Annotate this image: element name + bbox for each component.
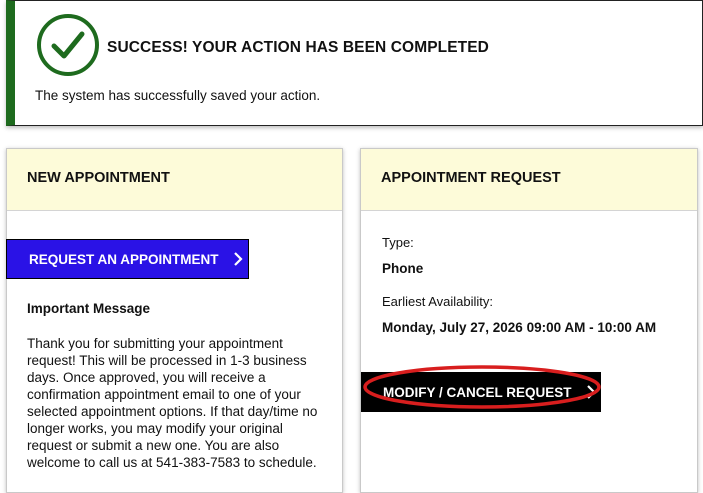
request-appointment-button[interactable]: REQUEST AN APPOINTMENT [6, 239, 249, 279]
important-message-title: Important Message [27, 301, 151, 316]
check-circle-icon [37, 14, 99, 76]
new-appointment-card: NEW APPOINTMENT REQUEST AN APPOINTMENT I… [6, 148, 343, 493]
important-message-body: Thank you for submitting your appointmen… [27, 336, 318, 470]
alert-message: The system has successfully saved your a… [35, 88, 321, 103]
success-alert: SUCCESS! YOUR ACTION HAS BEEN COMPLETED … [6, 0, 703, 126]
appointment-request-card: APPOINTMENT REQUEST Type: Phone Earliest… [360, 148, 698, 493]
appointment-request-header: APPOINTMENT REQUEST [361, 149, 697, 211]
type-value: Phone [382, 261, 424, 276]
chevron-right-icon [586, 385, 596, 399]
alert-title: SUCCESS! YOUR ACTION HAS BEEN COMPLETED [107, 39, 489, 56]
earliest-availability-label: Earliest Availability: [382, 294, 494, 309]
modify-cancel-request-button[interactable]: MODIFY / CANCEL REQUEST [361, 372, 601, 412]
new-appointment-header: NEW APPOINTMENT [7, 149, 342, 211]
earliest-availability-value: Monday, July 27, 2026 09:00 AM - 10:00 A… [382, 320, 657, 335]
type-label: Type: [382, 235, 414, 250]
modify-cancel-request-label: MODIFY / CANCEL REQUEST [383, 384, 572, 400]
request-appointment-label: REQUEST AN APPOINTMENT [29, 251, 219, 267]
chevron-right-icon [233, 252, 243, 266]
